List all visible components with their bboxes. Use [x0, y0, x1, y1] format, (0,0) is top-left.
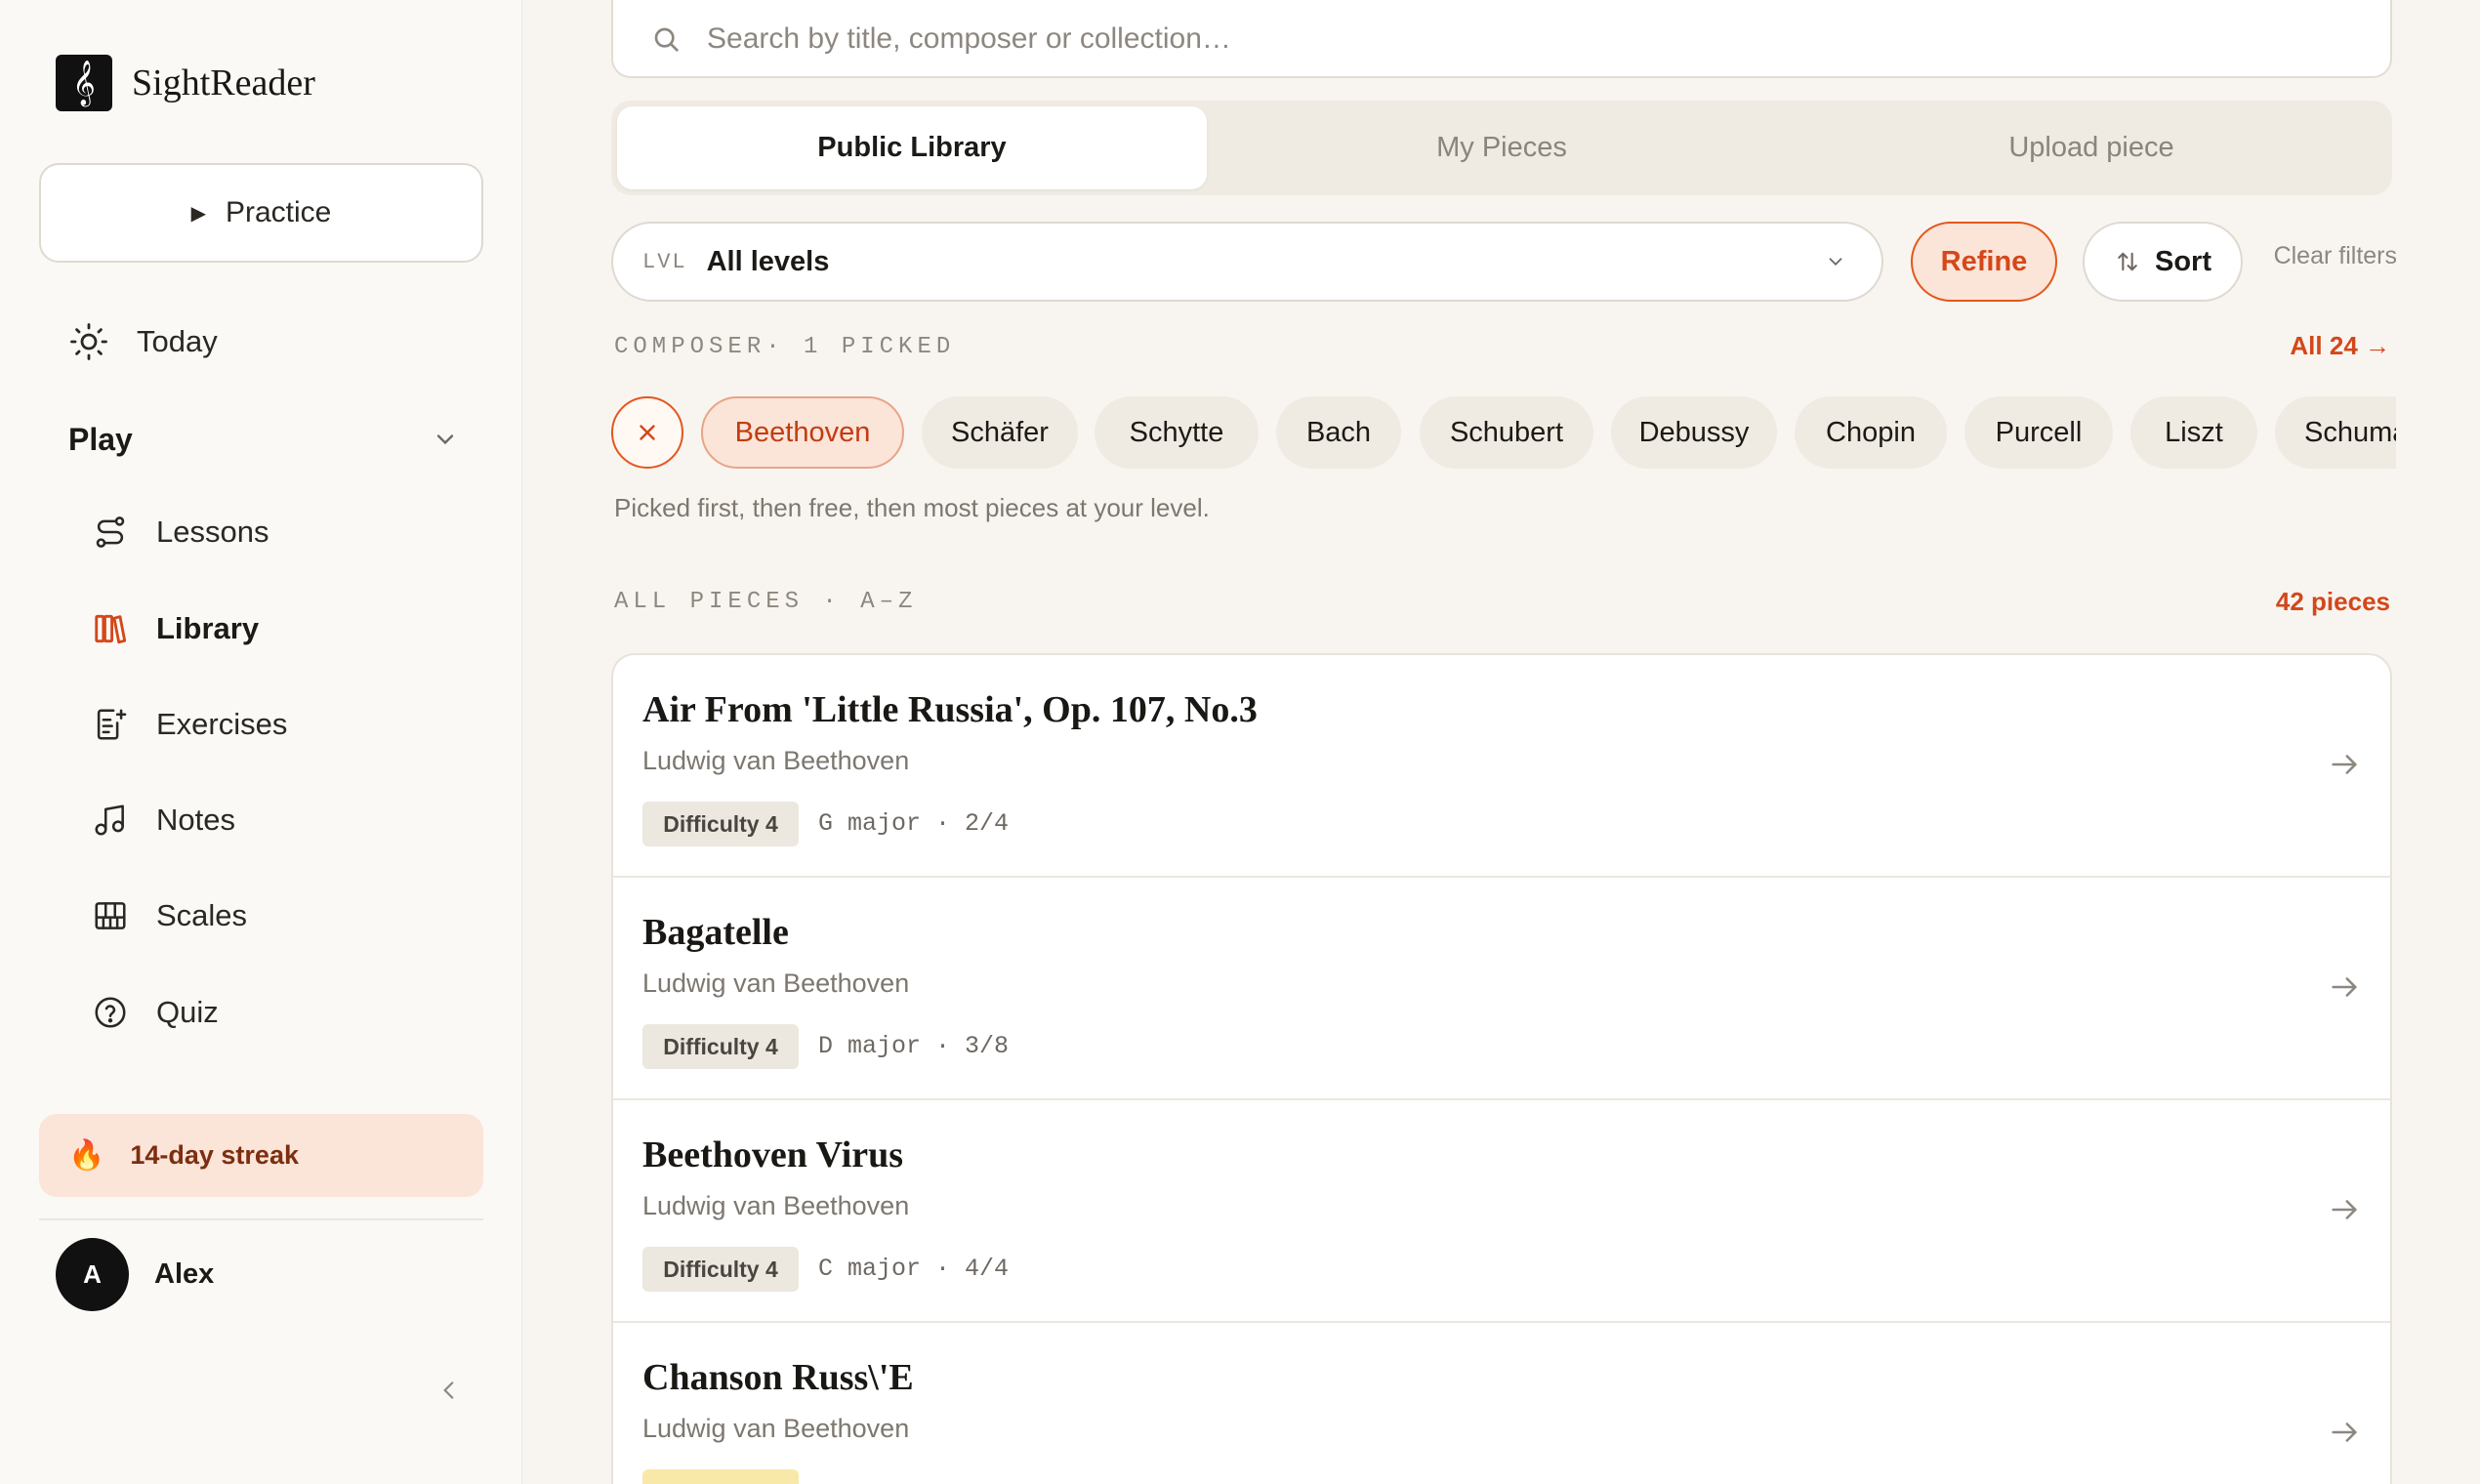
pieces-list: Air From 'Little Russia', Op. 107, No.3 …	[611, 653, 2392, 1484]
composer-chip-liszt[interactable]: Liszt	[2130, 396, 2257, 469]
sort-button[interactable]: Sort	[2083, 222, 2243, 302]
piece-composer: Ludwig van Beethoven	[642, 1414, 910, 1443]
composer-chip-purcell[interactable]: Purcell	[1964, 396, 2113, 469]
piece-title: Air From 'Little Russia', Op. 107, No.3	[642, 689, 1258, 730]
sort-arrows-icon	[2118, 252, 2137, 271]
composer-chip-schubert[interactable]: Schubert	[1420, 396, 1593, 469]
pieces-section-label: ALL PIECES · A–Z	[614, 589, 918, 615]
sidebar-item-exercises[interactable]: Exercises	[92, 695, 482, 754]
tab-upload-piece[interactable]: Upload piece	[1797, 106, 2386, 189]
level-select[interactable]: LVL All levels	[611, 222, 1883, 302]
avatar: A	[56, 1238, 129, 1311]
sun-icon	[70, 323, 107, 360]
difficulty-badge: Difficulty 4	[642, 1247, 799, 1292]
piece-meta: G major · 2/4	[818, 809, 1010, 838]
composer-chip-schumann[interactable]: Schumann	[2275, 396, 2396, 469]
piece-row[interactable]: Bagatelle Ludwig van Beethoven Difficult…	[613, 878, 2390, 1100]
exercise-icon	[97, 709, 127, 740]
streak-label: 14-day streak	[130, 1140, 299, 1170]
sidebar-item-label: Lessons	[156, 515, 269, 549]
flame-icon: 🔥	[68, 1139, 105, 1172]
piece-composer: Ludwig van Beethoven	[642, 1191, 910, 1220]
streak-badge[interactable]: 🔥 14-day streak	[39, 1114, 483, 1197]
piece-title: Bagatelle	[642, 912, 789, 953]
piano-keys-icon	[95, 902, 126, 929]
composer-chip-beethoven[interactable]: Beethoven	[701, 396, 904, 469]
music-note-icon	[95, 804, 124, 836]
level-prefix: LVL	[642, 249, 687, 274]
sidebar-group-label: Play	[68, 421, 133, 457]
tab-public-library[interactable]: Public Library	[617, 106, 1207, 189]
sidebar-item-notes[interactable]: Notes	[92, 791, 482, 849]
search-bar[interactable]	[611, 0, 2392, 78]
composer-chip-bach[interactable]: Bach	[1276, 396, 1401, 469]
composer-chip-debussy[interactable]: Debussy	[1611, 396, 1777, 469]
route-icon	[96, 516, 125, 548]
chevron-down-icon	[1829, 258, 1842, 267]
piece-meta: C major · 4/4	[818, 1255, 1010, 1283]
sidebar-item-label: Exercises	[156, 707, 288, 741]
search-input[interactable]	[707, 22, 2390, 56]
sidebar-item-label: Today	[137, 324, 218, 358]
user-profile[interactable]: A Alex	[56, 1238, 214, 1311]
brand[interactable]: 𝄞 SightReader	[56, 55, 315, 111]
sidebar-item-lessons[interactable]: Lessons	[92, 503, 482, 561]
practice-button[interactable]: ▶ Practice	[39, 163, 483, 263]
sidebar-item-quiz[interactable]: Quiz	[92, 983, 482, 1042]
arrow-right-icon	[2332, 1200, 2357, 1219]
sidebar-item-library[interactable]: Library	[92, 599, 482, 658]
chevron-left-icon	[443, 1381, 454, 1399]
search-icon	[654, 27, 679, 52]
sidebar-item-today[interactable]: Today	[68, 312, 478, 371]
collapse-sidebar-button[interactable]	[430, 1371, 469, 1410]
sidebar-divider	[39, 1218, 483, 1220]
arrow-right-icon	[2332, 755, 2357, 774]
composer-chip-schafer[interactable]: Schäfer	[922, 396, 1078, 469]
library-tabs: Public Library My Pieces Upload piece	[611, 101, 2392, 195]
piece-title: Chanson Russ\'E	[642, 1357, 914, 1398]
app-name: SightReader	[132, 62, 315, 103]
close-icon	[640, 425, 655, 440]
user-name: Alex	[154, 1258, 215, 1290]
refine-button[interactable]: Refine	[1911, 222, 2057, 302]
sidebar-item-label: Quiz	[156, 995, 219, 1029]
sidebar-item-label: Scales	[156, 898, 248, 932]
sort-label: Sort	[2155, 245, 2211, 277]
composer-section-label: COMPOSER· 1 PICKED	[614, 334, 956, 360]
tab-my-pieces[interactable]: My Pieces	[1207, 106, 1797, 189]
composer-chip-row: Beethoven Schäfer Schytte Bach Schubert …	[611, 396, 2396, 471]
piece-composer: Ludwig van Beethoven	[642, 746, 910, 775]
piece-meta: D major · 3/8	[818, 1032, 1010, 1060]
piece-composer: Ludwig van Beethoven	[642, 969, 910, 998]
piece-row[interactable]: Beethoven Virus Ludwig van Beethoven Dif…	[613, 1100, 2390, 1323]
all-composers-link[interactable]: All 24 →	[2148, 331, 2390, 361]
treble-clef-logo-icon: 𝄞	[56, 55, 112, 111]
piece-row[interactable]: Air From 'Little Russia', Op. 107, No.3 …	[613, 655, 2390, 878]
composer-helper-text: Picked first, then free, then most piece…	[614, 493, 1210, 522]
difficulty-badge: Difficulty 4	[642, 802, 799, 846]
sidebar-item-label: Library	[156, 611, 260, 645]
sidebar-item-label: Notes	[156, 803, 235, 837]
clear-filters-link[interactable]: Clear filters	[2265, 242, 2397, 270]
difficulty-badge	[642, 1469, 799, 1484]
arrow-right-icon	[2332, 977, 2357, 997]
practice-label: Practice	[226, 196, 332, 228]
sidebar-item-scales[interactable]: Scales	[92, 886, 482, 945]
help-circle-icon	[95, 997, 126, 1028]
clear-composer-button[interactable]	[611, 396, 683, 469]
pieces-count: 42 pieces	[2275, 587, 2390, 616]
play-icon: ▶	[190, 202, 206, 225]
sidebar-group-play[interactable]: Play	[68, 410, 459, 469]
piece-row[interactable]: Chanson Russ\'E Ludwig van Beethoven	[613, 1323, 2390, 1484]
difficulty-badge: Difficulty 4	[642, 1024, 799, 1069]
composer-chip-schytte[interactable]: Schytte	[1095, 396, 1259, 469]
sidebar: 𝄞 SightReader ▶ Practice Today Play Less…	[0, 0, 522, 1484]
arrow-right-icon	[2332, 1422, 2357, 1442]
chevron-down-icon	[436, 434, 454, 445]
composer-chip-chopin[interactable]: Chopin	[1795, 396, 1947, 469]
level-value: All levels	[706, 245, 830, 277]
piece-title: Beethoven Virus	[642, 1134, 904, 1175]
library-icon	[95, 614, 127, 644]
